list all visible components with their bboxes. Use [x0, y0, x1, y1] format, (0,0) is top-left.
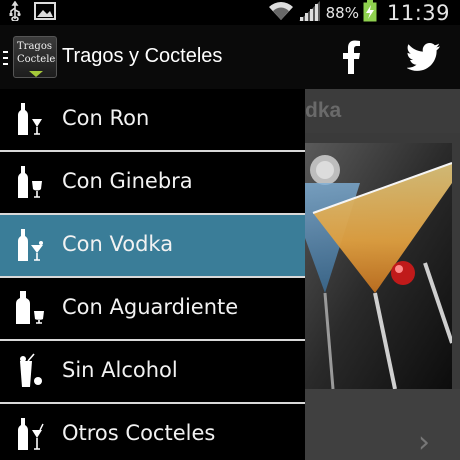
battery-percent: 88%: [325, 3, 359, 22]
content-title: dka: [305, 99, 342, 122]
bottle-glass-icon: [14, 164, 46, 200]
wifi-icon: [268, 0, 294, 26]
bottle-martini-icon: [14, 227, 46, 263]
status-left: [8, 0, 56, 25]
app-title: Tragos y Cocteles: [62, 45, 223, 67]
tall-glass-icon: [14, 353, 46, 389]
facebook-icon[interactable]: [331, 37, 371, 77]
drawer-item-label: Sin Alcohol: [62, 358, 178, 382]
content-lower: [305, 389, 460, 460]
signal-icon: [298, 0, 322, 26]
image-icon: [34, 1, 56, 24]
bottle-glass-icon: [14, 101, 46, 137]
app-logo[interactable]: Tragos Cocteles: [13, 36, 57, 78]
cocktail-photo[interactable]: [305, 143, 452, 389]
logo-text-line2: Cocteles: [17, 54, 57, 65]
usb-icon: [8, 0, 22, 25]
drawer-item-label: Con Aguardiente: [62, 295, 239, 319]
drawer-item-con-vodka[interactable]: Con Vodka: [0, 215, 305, 276]
action-bar: Tragos Cocteles Tragos y Cocteles: [0, 25, 460, 89]
drawer-item-con-aguardiente[interactable]: Con Aguardiente: [0, 278, 305, 339]
twitter-icon[interactable]: [404, 37, 444, 77]
logo-text-line1: Tragos: [17, 41, 52, 52]
navigation-drawer: Con Ron Con Ginebra Con Vodka Con Aguard…: [0, 89, 305, 460]
menu-icon[interactable]: [3, 51, 9, 65]
drawer-item-label: Con Ginebra: [62, 169, 193, 193]
drawer-item-label: Con Vodka: [62, 232, 174, 256]
drawer-item-con-ron[interactable]: Con Ron: [0, 89, 305, 150]
drawer-item-con-ginebra[interactable]: Con Ginebra: [0, 152, 305, 213]
status-bar: 88% 11:39: [0, 0, 460, 25]
drawer-item-otros-cocteles[interactable]: Otros Cocteles: [0, 404, 305, 460]
battery-charging-icon: [363, 0, 377, 26]
chevron-right-icon[interactable]: ›: [418, 428, 430, 458]
drawer-item-label: Otros Cocteles: [62, 421, 216, 445]
cocktail-glass-icon: [28, 66, 44, 77]
drawer-item-label: Con Ron: [62, 106, 150, 130]
status-right: 88% 11:39: [268, 0, 450, 25]
bottle-glass-icon: [14, 416, 46, 452]
bottle-shot-icon: [14, 290, 46, 326]
clock: 11:39: [386, 0, 450, 25]
drawer-item-sin-alcohol[interactable]: Sin Alcohol: [0, 341, 305, 402]
